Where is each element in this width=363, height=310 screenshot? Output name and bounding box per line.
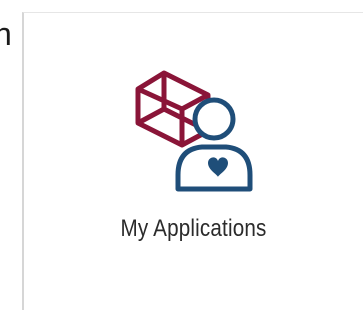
page: n My Applications: [0, 0, 363, 310]
previous-tile-label-fragment: n: [0, 16, 12, 52]
my-applications-tile[interactable]: My Applications: [22, 12, 363, 310]
cube-user-heart-icon: [135, 70, 253, 192]
tile-label: My Applications: [120, 215, 267, 242]
